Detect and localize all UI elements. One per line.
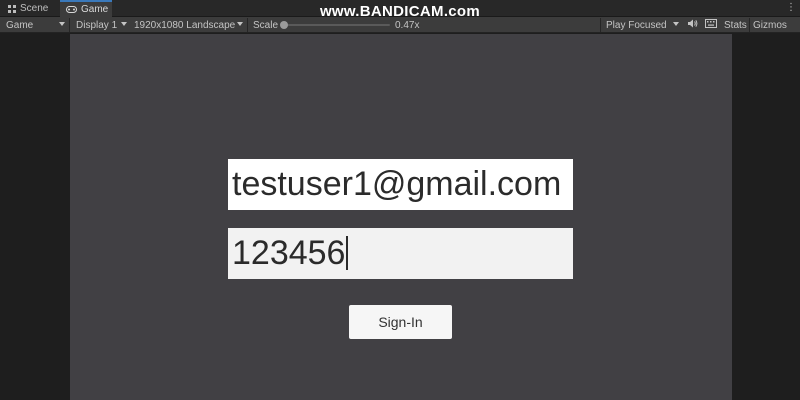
toolbar-divider [247,18,248,32]
text-caret [346,236,348,271]
scale-slider-track[interactable] [286,24,390,26]
keyboard-icon [705,19,717,31]
stats-button[interactable]: Stats [720,17,751,33]
more-options-icon[interactable]: ⋮ [786,2,796,15]
scale-value: 0.47x [395,19,420,31]
resolution-chevron-down-icon [237,22,243,26]
game-canvas: testuser1@gmail.com 123456 Sign-In [70,34,732,400]
gizmos-dropdown[interactable]: Gizmos [749,17,791,33]
view-mode-dropdown[interactable]: Game [2,17,37,33]
view-mode-label: Game [6,19,34,31]
sign-in-button-label: Sign-In [378,314,423,330]
view-mode-chevron-down-icon [59,22,65,26]
play-mode-chevron-down-icon [673,22,679,26]
play-mode-dropdown[interactable]: Play Focused [602,17,671,33]
display-label: Display 1 [76,19,118,31]
email-input-value: testuser1@gmail.com [232,165,562,203]
gizmos-label: Gizmos [753,19,787,31]
toolbar-divider [69,18,70,32]
display-dropdown[interactable]: Display 1 [72,17,121,33]
sign-in-button[interactable]: Sign-In [349,305,452,339]
game-view: testuser1@gmail.com 123456 Sign-In [0,34,800,400]
tab-scene[interactable]: Scene [2,0,58,17]
tab-game[interactable]: Game [60,0,112,17]
resolution-label: 1920x1080 Landscape [134,19,236,31]
editor-tab-bar: Scene Game ⋮ [0,0,800,17]
tab-scene-label: Scene [20,3,49,14]
password-input-value: 123456 [232,234,346,272]
mute-audio-toggle[interactable] [684,17,702,33]
tab-game-label: Game [81,4,109,15]
game-view-toolbar: Game Display 1 1920x1080 Landscape Scale… [0,17,800,33]
scale-slider-handle[interactable] [280,21,288,29]
scale-label: Scale [253,19,279,31]
grid-icon [8,4,16,13]
stats-label: Stats [724,19,747,31]
gamepad-icon [66,6,77,13]
shortcuts-toggle[interactable] [701,17,721,33]
toolbar-divider [600,18,601,32]
resolution-dropdown[interactable]: 1920x1080 Landscape [130,17,239,33]
display-chevron-down-icon [121,22,127,26]
speaker-icon [688,19,698,31]
play-mode-label: Play Focused [606,19,667,31]
email-input[interactable]: testuser1@gmail.com [228,159,573,210]
password-input[interactable]: 123456 [228,228,573,279]
